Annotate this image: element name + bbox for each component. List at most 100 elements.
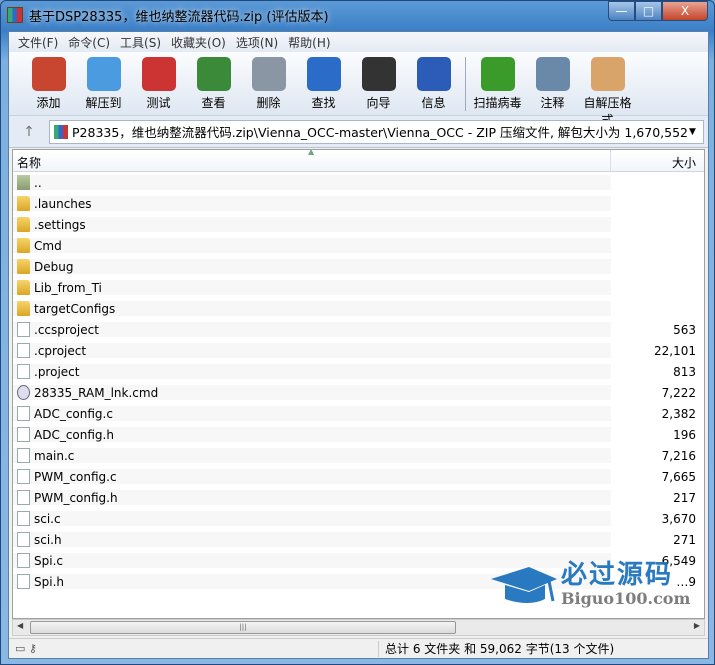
toolbar-button-sfx-box[interactable]: 自解压格式 [580, 57, 635, 128]
menu-item-1[interactable]: 命令(C) [63, 32, 115, 52]
watermark-cn: 必过源码 [561, 560, 674, 590]
file-row[interactable]: sci.c 3,670 [13, 508, 704, 529]
file-icon [17, 364, 30, 379]
book-icon [196, 57, 231, 91]
toolbar-button-trash[interactable]: 删除 [241, 57, 296, 111]
file-icon [17, 490, 30, 505]
toolbar-button-wizard-wand[interactable]: 向导 [351, 57, 406, 111]
toolbar-button-virus-scan[interactable]: 扫描病毒 [470, 57, 525, 111]
toolbar-label: 测试 [146, 96, 171, 110]
file-icon [17, 448, 30, 463]
address-bar: ↑ P28335，维也纳整流器代码.zip\Vienna_OCC-master\… [9, 116, 708, 148]
window-title: 基于DSP28335，维也纳整流器代码.zip (评估版本) [29, 10, 329, 25]
path-dropdown[interactable]: P28335，维也纳整流器代码.zip\Vienna_OCC-master\Vi… [49, 119, 704, 144]
folder-icon [17, 301, 30, 316]
file-name: .settings [34, 217, 86, 232]
file-icon [17, 574, 30, 589]
horizontal-scrollbar[interactable]: ◀ ||| ▶ [12, 619, 705, 636]
file-row[interactable]: ADC_config.h 196 [13, 424, 704, 445]
sort-arrow-icon: ▲ [308, 149, 315, 156]
status-summary: 总计 6 文件夹 和 59,062 字节(13 个文件) [385, 642, 615, 656]
file-row[interactable]: PWM_config.c 7,665 [13, 466, 704, 487]
file-row[interactable]: .settings [13, 214, 704, 235]
toolbar-button-info[interactable]: 信息 [406, 57, 461, 111]
file-name: 28335_RAM_lnk.cmd [34, 385, 159, 400]
file-name: PWM_config.c [34, 469, 117, 484]
graduation-cap-icon [491, 566, 557, 603]
file-row[interactable]: Debug [13, 256, 704, 277]
file-name: .. [34, 175, 42, 190]
magnifier-icon [306, 57, 341, 91]
file-row[interactable]: .project 813 [13, 361, 704, 382]
scrollbar-thumb[interactable]: ||| [30, 621, 456, 634]
toolbar-button-archive-add[interactable]: 添加 [21, 57, 76, 111]
file-name: .project [34, 364, 80, 379]
scroll-right-icon[interactable]: ▶ [694, 621, 700, 630]
file-row[interactable]: .. [13, 172, 704, 193]
file-name: Spi.c [34, 553, 63, 568]
chevron-down-icon[interactable]: ▼ [689, 127, 703, 137]
file-name: Debug [34, 259, 74, 274]
file-row[interactable]: ADC_config.c 2,382 [13, 403, 704, 424]
file-icon [17, 343, 30, 358]
file-name: Cmd [34, 238, 62, 253]
column-header-name[interactable]: ▲ 名称 [13, 150, 611, 171]
menu-item-0[interactable]: 文件(F) [13, 32, 63, 52]
menu-bar: 文件(F) 命令(C) 工具(S) 收藏夹(O) 选项(N) 帮助(H) [9, 32, 708, 52]
file-size: 813 [673, 364, 696, 379]
file-row[interactable]: .cproject 22,101 [13, 340, 704, 361]
comment-icon [535, 57, 570, 91]
toolbar-label: 查看 [201, 96, 226, 110]
zip-icon [54, 124, 68, 139]
toolbar: 添加 解压到 测试 查看 删除 查找 向导 信息 扫描病毒 注释 自解压格式 [9, 52, 708, 127]
file-row[interactable]: 28335_RAM_lnk.cmd 7,222 [13, 382, 704, 403]
file-icon [17, 406, 30, 421]
file-row[interactable]: .launches [13, 193, 704, 214]
close-button[interactable]: X [662, 1, 708, 21]
file-name: ADC_config.h [34, 427, 114, 442]
toolbar-label: 添加 [36, 96, 61, 110]
file-size: 2,382 [661, 406, 696, 421]
maximize-button[interactable]: □ [635, 1, 662, 21]
file-row[interactable]: Cmd [13, 235, 704, 256]
info-icon [416, 57, 451, 91]
file-name: main.c [34, 448, 75, 463]
parent-folder-icon [17, 175, 30, 190]
app-window: 基于DSP28335，维也纳整流器代码.zip (评估版本) — □ X 文件(… [0, 0, 715, 665]
file-row[interactable]: main.c 7,216 [13, 445, 704, 466]
file-name: sci.c [34, 511, 61, 526]
menu-item-5[interactable]: 帮助(H) [283, 32, 335, 52]
scroll-left-icon[interactable]: ◀ [17, 621, 23, 630]
toolbar-button-magnifier[interactable]: 查找 [296, 57, 351, 111]
file-name: ADC_config.c [34, 406, 113, 421]
column-name-label: 名称 [17, 156, 42, 170]
file-size: 7,216 [661, 448, 696, 463]
file-row[interactable]: sci.h 271 [13, 529, 704, 550]
column-header-size[interactable]: 大小 [611, 150, 704, 171]
file-name: .ccsproject [34, 322, 99, 337]
toolbar-button-clipboard-check[interactable]: 测试 [131, 57, 186, 111]
menu-item-4[interactable]: 选项(N) [231, 32, 283, 52]
wizard-wand-icon [361, 57, 396, 91]
sfx-box-icon [590, 57, 625, 91]
archive-add-icon [31, 57, 66, 91]
file-size: 196 [673, 427, 696, 442]
up-arrow-button[interactable]: ↑ [9, 124, 49, 140]
file-size: 7,665 [661, 469, 696, 484]
file-row[interactable]: .ccsproject 563 [13, 319, 704, 340]
file-row[interactable]: targetConfigs [13, 298, 704, 319]
trash-icon [251, 57, 286, 91]
minimize-button[interactable]: — [608, 1, 635, 21]
menu-item-3[interactable]: 收藏夹(O) [166, 32, 231, 52]
toolbar-button-comment[interactable]: 注释 [525, 57, 580, 111]
file-size: 3,670 [661, 511, 696, 526]
file-row[interactable]: Lib_from_Ti [13, 277, 704, 298]
file-icon [17, 553, 30, 568]
toolbar-button-extract-folder[interactable]: 解压到 [76, 57, 131, 111]
file-icon [17, 511, 30, 526]
menu-item-2[interactable]: 工具(S) [115, 32, 166, 52]
toolbar-button-book[interactable]: 查看 [186, 57, 241, 111]
file-row[interactable]: PWM_config.h 217 [13, 487, 704, 508]
file-name: Spi.h [34, 574, 64, 589]
folder-icon [17, 280, 30, 295]
